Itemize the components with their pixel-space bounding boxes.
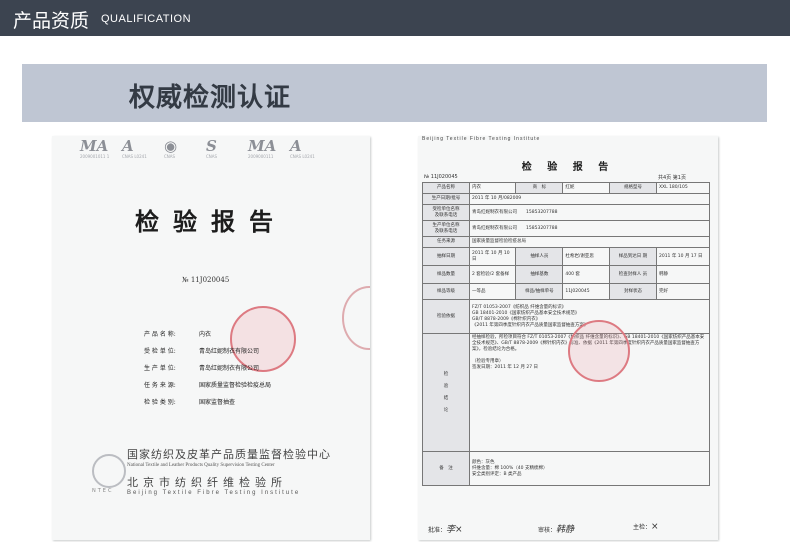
ntec-emblem-icon (92, 454, 126, 488)
institute2-name-en: Beijing Textile Fibre Testing Institute (127, 490, 301, 496)
red-seal-stamp (568, 320, 630, 382)
report-detail-image: Beijing Textile Fibre Testing Institute … (418, 136, 718, 540)
cnas-logo-2: A CNAS L0241 (290, 137, 315, 159)
cnas-mark-logo: S CNAS (206, 137, 218, 159)
field-inspection-type: 检 验 类 别: 国家监督抽查 (144, 399, 236, 406)
table-row: 产品名称 内衣 商 标红妮 规格型号 XXL 180/105 (422, 182, 711, 194)
report-page-count: 共4页 第1页 (658, 175, 686, 181)
table-row: 检 验 结 论经抽样检验，所检项目符合 FZ/T 01053-2007《纺织品 … (422, 333, 710, 452)
report-number: № 11J020045 (182, 276, 230, 284)
cnas-logo: A CNAS L0241 (122, 137, 147, 159)
table-row: 样品数量 2 套检验/2 套备样 抽样基数 400 套 检查封样人 员韩静 (422, 265, 711, 284)
institute2-name-cn: 北京市纺织纤维检验所 (127, 476, 287, 489)
ilac-logo: ◉ CNAS (164, 137, 178, 159)
field-inspected-unit: 受 检 单 位: 青岛红妮制衣有限公司 (144, 348, 260, 355)
table-row: 生产单位名称 及联系电话 青岛红妮制衣有限公司 15853207788 (422, 220, 710, 237)
cma-logo-2: MA 2009000111 (248, 137, 277, 159)
page-header: 产品资质 QUALIFICATION (0, 0, 790, 36)
table-row: 备 注颜色：灰色 纤维含量：棉 100%（40 支精梳棉） 安全类别评定：B 类… (422, 451, 710, 486)
certification-logos: MA 2009001011 1 A CNAS L0241 ◉ CNAS S CNAS M… (80, 138, 350, 170)
field-product-name: 产 品 名 称: 内衣 (144, 331, 212, 338)
header-title-cn: 产品资质 (13, 10, 90, 32)
field-manufacturer: 生 产 单 位: 青岛红妮制衣有限公司 (144, 365, 260, 372)
table-row: 抽样日期 2011 年 10 月 10日 抽样人员 杜希岩/谢亚思 样品到达日 期2… (422, 247, 711, 266)
report-table: 产品名称 内衣 商 标红妮 规格型号 XXL 180/105 生产日期/批号 2011… (422, 182, 711, 486)
cma-logo: MA 2009001011 1 (80, 137, 110, 159)
report-title: 检验报告 (135, 207, 287, 236)
red-seal-stamp-edge (342, 286, 370, 350)
approver-signature: 批准：李× (428, 525, 463, 535)
institute-name-cn: 国家纺织及皮革产品质量监督检验中心 (127, 448, 331, 461)
ntec-label: NTEC (92, 488, 114, 494)
banner-title: 权威检测认证 (129, 83, 292, 113)
report-detail-number: № 11J020045 (424, 174, 458, 180)
institute-name-en: National Textile and Leather Products Qu… (127, 463, 275, 468)
table-row: 检验依据 FZ/T 01053-2007《纺织品 纤维含量的标识》 GB 1840… (422, 299, 710, 334)
report-cover-image: MA 2009001011 1 A CNAS L0241 ◉ CNAS S CNAS M… (52, 136, 370, 540)
report-page-header: Beijing Textile Fibre Testing Institute (422, 136, 541, 142)
inspector-signature: 主检：× (633, 522, 659, 532)
table-row: 受检单位名称 及联系电话 青岛红妮制衣有限公司 15853207788 (422, 204, 710, 221)
table-row: 任务来源 国家质量监督检验检疫总局 (422, 236, 710, 248)
table-row: 生产日期/批号 2011 年 10 月/082009 (422, 193, 710, 205)
header-title-en: QUALIFICATION (101, 13, 192, 25)
section-banner: 权威检测认证 (22, 64, 767, 122)
table-row: 样品等级 一等品 样品/抽样单号 11J020045 封样状态 完好 (422, 283, 711, 300)
reviewer-signature: 审核：韩静 (538, 525, 575, 535)
field-task-source: 任 务 来 源: 国家质量监督检验检疫总局 (144, 382, 272, 389)
report-detail-title: 检 验 报 告 (521, 162, 615, 173)
report-fields: 产 品 名 称: 内衣 受 检 单 位: 青岛红妮制衣有限公司 生 产 单 位: 青岛… (144, 326, 271, 411)
